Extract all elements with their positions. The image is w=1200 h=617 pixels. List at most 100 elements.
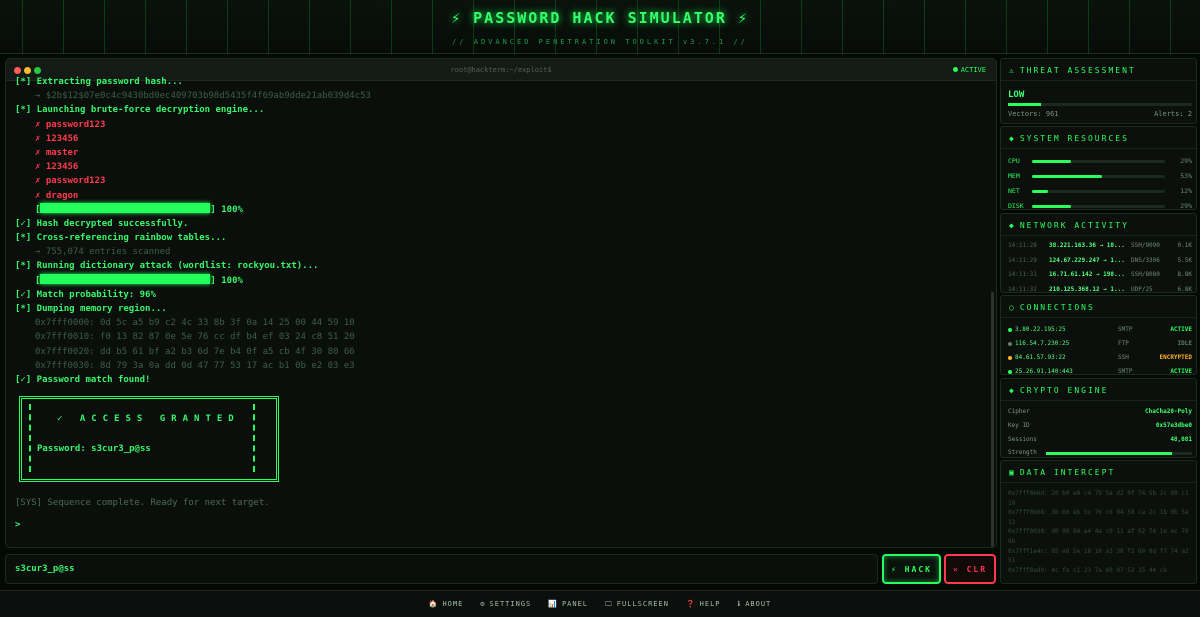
network-route: 124.67.229.247 → 1... [1049,256,1125,264]
resource-row-cpu: CPU 29% [1008,157,1192,167]
terminal-line: [✓] Hash decrypted successfully. [15,218,189,229]
terminal-line: → 755,074 entries scanned [35,247,171,258]
access-granted-title: ✓ ACCESS GRANTED [57,414,240,425]
threat-vectors: Vectors: 961 [1008,110,1059,118]
terminal-line: → $2b$12$07e0c4c9430bd0ec409703b98d5435f… [35,91,371,102]
settings-icon: ⚙ [480,600,486,608]
crypto-panel-title: CRYPTO ENGINE [1019,386,1109,395]
key-label: Key ID [1008,422,1030,429]
resources-panel-title: SYSTEM RESOURCES [1019,134,1129,143]
terminal-line: 0x7fff0000: 0d 5c a5 b9 c2 4c 33 8b 3f 0… [35,318,355,329]
network-row: 14:11:28 38.221.163.36 → 10... SSH/9090 0.1… [1008,242,1192,252]
network-protocol: UDP/25 [1131,285,1153,293]
circle-icon: ○ [1009,303,1016,312]
crypto-sessions-row: Sessions 48,081 [1008,436,1192,446]
threat-level-fill [1008,103,1042,106]
network-time: 14:11:31 [1008,271,1037,278]
terminal-window: root@hackterm:~/exploit$ ACTIVE [*] Extr… [5,58,997,548]
nav-home[interactable]: 🏠 HOME [429,600,464,608]
panel-icon: 📊 [548,600,558,608]
terminal-line: [*] Dumping memory region... [15,304,167,314]
connection-ip: 3.80.22.195:25 [1015,326,1066,333]
intercept-hex-dump: 0x7fff066d: 20 b0 e0 c4 79 5a d2 0f 74 5… [1008,489,1192,575]
terminal-line: 0x7fff0010: f0 13 82 87 0e 5e 76 cc df b… [35,332,355,343]
network-row: 14:11:31 16.71.61.142 → 198... SSH/8080 8.8… [1008,271,1192,281]
terminal-output: [*] Extracting password hash... → $2b$12$… [15,75,986,541]
terminal-line: [✓] Match probability: 96% [15,289,156,300]
nav-fullscreen[interactable]: 🖵 FULLSCREEN [605,600,669,609]
intercept-line: 0x7fff0ad0: 4c fa c1 23 7a 60 07 52 15 4… [1008,566,1167,574]
progress-bracket-close: ] [210,204,222,215]
crypto-key-row: Key ID 0x57e3dbe0 [1008,422,1192,432]
terminal-path: root@hackterm:~/exploit$ [450,66,552,74]
nav-panel[interactable]: 📊 PANEL [548,600,588,608]
connection-status: IDLE [1177,340,1192,347]
terminal-line: ✗ password123 [35,176,106,187]
intercept-line: 0x7fff066d: 20 b0 e0 c4 79 5a d2 0f 74 5… [1008,490,1189,507]
hack-button[interactable]: ⚡ HACK [882,554,941,584]
system-resources-panel: ◆ SYSTEM RESOURCES CPU 29% MEM 53% NET 12% DISK… [1000,126,1197,210]
connection-ip: 116.54.7.230:25 [1015,340,1070,347]
resource-bar [1032,205,1165,208]
status-dot-icon [1008,370,1012,374]
connection-row[interactable]: 116.54.7.230:25 FTP IDLE [1008,340,1192,350]
resource-label: CPU [1008,157,1020,165]
progress-bar-fill [40,273,211,284]
network-panel-header: ◆ NETWORK ACTIVITY [1001,214,1196,236]
resource-bar [1032,190,1165,193]
network-size: 5.5K [1177,256,1192,264]
resource-label: DISK [1008,202,1024,210]
network-time: 14:11:32 [1008,285,1037,293]
terminal-line: ✗ dragon [35,190,79,201]
network-time: 14:11:28 [1008,242,1037,249]
diamond-icon: ◆ [1009,386,1016,395]
network-activity-panel: ◆ NETWORK ACTIVITY 14:11:28 38.221.163.36 … [1000,213,1197,293]
resource-percent: 12% [1180,187,1192,195]
recovered-password: Password: s3cur3_p@ss [37,444,151,455]
terminal-line: [*] Extracting password hash... [15,77,183,87]
nav-label: HELP [699,600,721,608]
warning-icon: ⚠ [1009,66,1016,75]
terminal-line: [*] Running dictionary attack (wordlist:… [15,261,319,272]
connection-status: ACTIVE [1170,326,1192,333]
connections-panel: ○ CONNECTIONS 3.80.22.195:25 SMTP ACTIVE 116… [1000,295,1197,375]
terminal-prompt: > [15,520,21,531]
nav-help[interactable]: ❓ HELP [686,600,721,608]
progress-bracket-close: ] [210,275,222,286]
threat-panel-title: THREAT ASSESSMENT [1019,66,1136,75]
connection-row[interactable]: 3.80.22.195:25 SMTP ACTIVE [1008,326,1192,336]
nav-settings[interactable]: ⚙ SETTINGS [480,600,531,608]
threat-alerts: Alerts: 2 [1154,110,1192,118]
clear-button[interactable]: ✕ CLR [944,554,996,584]
nav-label: FULLSCREEN [616,599,669,608]
terminal-status-badge: ACTIVE [953,66,986,74]
system-message: [SYS] Sequence complete. Ready for next … [15,498,270,509]
intercept-panel-title: DATA INTERCEPT [1019,468,1116,477]
connection-status: ENCRYPTED [1159,354,1192,361]
network-size: 8.8K [1177,271,1192,278]
progress-percent: 100% [221,204,243,215]
password-input[interactable] [6,555,877,583]
intercept-line: 0x7fff0b68: 3b 66 eb 5c 76 c6 94 58 ca 2… [1008,509,1189,526]
resource-percent: 29% [1180,157,1192,165]
resource-percent: 29% [1180,202,1192,210]
cipher-value: ChaCha20-Poly [1145,408,1192,415]
connection-row[interactable]: 25.26.91.140:443 SMTP ACTIVE [1008,368,1192,374]
connection-row[interactable]: 84.61.57.93:22 SSH ENCRYPTED [1008,354,1192,364]
connections-panel-title: CONNECTIONS [1019,303,1095,312]
network-time: 14:11:29 [1008,256,1037,264]
footer-nav: 🏠 HOME ⚙ SETTINGS 📊 PANEL 🖵 FULLSCREEN ❓ HELP ℹ ABO… [0,590,1200,617]
network-panel-title: NETWORK ACTIVITY [1019,221,1129,230]
progress-line: [] 100% [15,202,986,217]
square-icon: ▣ [1009,468,1016,477]
fullscreen-icon: 🖵 [605,599,613,608]
diamond-icon: ◆ [1009,221,1016,230]
terminal-scrollbar[interactable] [991,292,994,547]
progress-percent: 100% [221,275,243,286]
nav-label: PANEL [561,600,589,608]
terminal-line: [*] Launching brute-force decryption eng… [15,105,265,116]
crypto-strength-row: Strength [1008,449,1192,457]
home-icon: 🏠 [428,600,439,608]
nav-about[interactable]: ℹ ABOUT [738,600,772,608]
crypto-panel-header: ◆ CRYPTO ENGINE [1001,379,1196,401]
